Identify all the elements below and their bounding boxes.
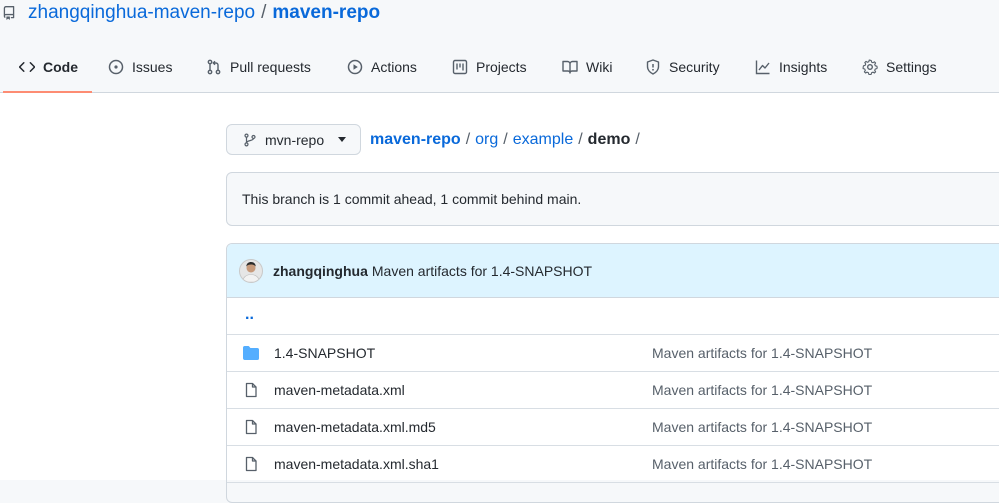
file-name-link[interactable]: maven-metadata.xml.md5 bbox=[274, 419, 436, 435]
file-row[interactable]: maven-metadata.xml.sha1 Maven artifacts … bbox=[227, 446, 999, 483]
folder-icon bbox=[243, 346, 259, 360]
breadcrumb-separator: / bbox=[503, 131, 508, 148]
tab-projects[interactable]: Projects bbox=[452, 42, 527, 92]
tab-actions[interactable]: Actions bbox=[347, 42, 417, 92]
shield-icon bbox=[646, 59, 660, 75]
breadcrumb: maven-repo / org / example / demo / bbox=[370, 131, 640, 149]
breadcrumb-separator: / bbox=[578, 131, 583, 148]
file-commit-message-link[interactable]: Maven artifacts for 1.4-SNAPSHOT bbox=[652, 345, 872, 361]
file-commit-message-link[interactable]: Maven artifacts for 1.4-SNAPSHOT bbox=[652, 419, 872, 435]
avatar[interactable] bbox=[239, 258, 263, 283]
branch-status-banner: This branch is 1 commit ahead, 1 commit … bbox=[226, 172, 999, 226]
parent-directory-link[interactable]: .. bbox=[245, 306, 254, 324]
branch-status-text: This branch is 1 commit ahead, 1 commit … bbox=[242, 191, 582, 207]
graph-icon bbox=[755, 60, 770, 75]
file-list: zhangqinghua Maven artifacts for 1.4-SNA… bbox=[226, 243, 999, 503]
repo-icon bbox=[2, 5, 18, 21]
file-name-link[interactable]: maven-metadata.xml bbox=[274, 382, 405, 398]
breadcrumb-separator: / bbox=[465, 131, 471, 148]
repo-nav-tabs: Code Issues Pull requests Actions Projec… bbox=[0, 42, 999, 93]
tab-label: Pull requests bbox=[230, 59, 311, 75]
parent-directory-row[interactable]: .. bbox=[227, 298, 999, 335]
project-icon bbox=[452, 59, 468, 75]
repo-name-link[interactable]: maven-repo bbox=[272, 2, 380, 24]
file-commit-message-link[interactable]: Maven artifacts for 1.4-SNAPSHOT bbox=[652, 456, 872, 472]
tab-label: Issues bbox=[132, 59, 173, 75]
tab-insights[interactable]: Insights bbox=[755, 42, 827, 92]
file-name-link[interactable]: maven-metadata.xml.sha1 bbox=[274, 456, 439, 472]
chevron-down-icon bbox=[338, 137, 347, 142]
main-content: mvn-repo maven-repo / org / example / de… bbox=[0, 93, 999, 503]
breadcrumb-link-org[interactable]: org bbox=[475, 131, 498, 149]
issue-icon bbox=[108, 59, 124, 75]
repo-owner-link[interactable]: zhangqinghua-maven-repo bbox=[28, 2, 255, 24]
commit-author-link[interactable]: zhangqinghua bbox=[273, 263, 368, 279]
file-row[interactable]: 1.4-SNAPSHOT Maven artifacts for 1.4-SNA… bbox=[227, 335, 999, 372]
file-commit-message-link[interactable]: Maven artifacts for 1.4-SNAPSHOT bbox=[652, 382, 872, 398]
play-icon bbox=[347, 59, 363, 75]
repo-title: zhangqinghua-maven-repo / maven-repo bbox=[0, 0, 380, 26]
tab-label: Security bbox=[669, 59, 720, 75]
file-icon bbox=[245, 456, 257, 472]
file-row[interactable]: maven-metadata.xml.md5 Maven artifacts f… bbox=[227, 409, 999, 446]
commit-message-link[interactable]: Maven artifacts for 1.4-SNAPSHOT bbox=[372, 263, 592, 279]
tab-code[interactable]: Code bbox=[19, 42, 78, 92]
latest-commit-bar: zhangqinghua Maven artifacts for 1.4-SNA… bbox=[227, 244, 999, 298]
tab-label: Actions bbox=[371, 59, 417, 75]
breadcrumb-separator: / bbox=[635, 131, 640, 148]
tab-label: Settings bbox=[886, 59, 937, 75]
branch-select-button[interactable]: mvn-repo bbox=[226, 124, 361, 155]
breadcrumb-link-example[interactable]: example bbox=[513, 131, 573, 149]
file-icon bbox=[245, 382, 257, 398]
tab-label: Projects bbox=[476, 59, 527, 75]
tab-settings[interactable]: Settings bbox=[862, 42, 937, 92]
breadcrumb-current: demo bbox=[587, 131, 631, 148]
file-name-link[interactable]: 1.4-SNAPSHOT bbox=[274, 345, 375, 361]
file-row[interactable]: maven-metadata.xml Maven artifacts for 1… bbox=[227, 372, 999, 409]
pull-request-icon bbox=[207, 59, 221, 75]
tab-label: Code bbox=[43, 59, 78, 75]
file-icon bbox=[245, 419, 257, 435]
branch-name: mvn-repo bbox=[265, 131, 325, 148]
repo-title-separator: / bbox=[261, 2, 267, 23]
code-icon bbox=[19, 62, 35, 72]
tab-security[interactable]: Security bbox=[645, 42, 720, 92]
book-icon bbox=[562, 60, 578, 74]
breadcrumb-root-link[interactable]: maven-repo bbox=[370, 131, 461, 149]
git-branch-icon bbox=[244, 133, 256, 146]
tab-label: Wiki bbox=[586, 59, 613, 75]
tab-label: Insights bbox=[779, 59, 828, 75]
tab-wiki[interactable]: Wiki bbox=[562, 42, 612, 92]
tab-pull-requests[interactable]: Pull requests bbox=[206, 42, 311, 92]
gear-icon bbox=[862, 59, 878, 75]
tab-issues[interactable]: Issues bbox=[108, 42, 172, 92]
